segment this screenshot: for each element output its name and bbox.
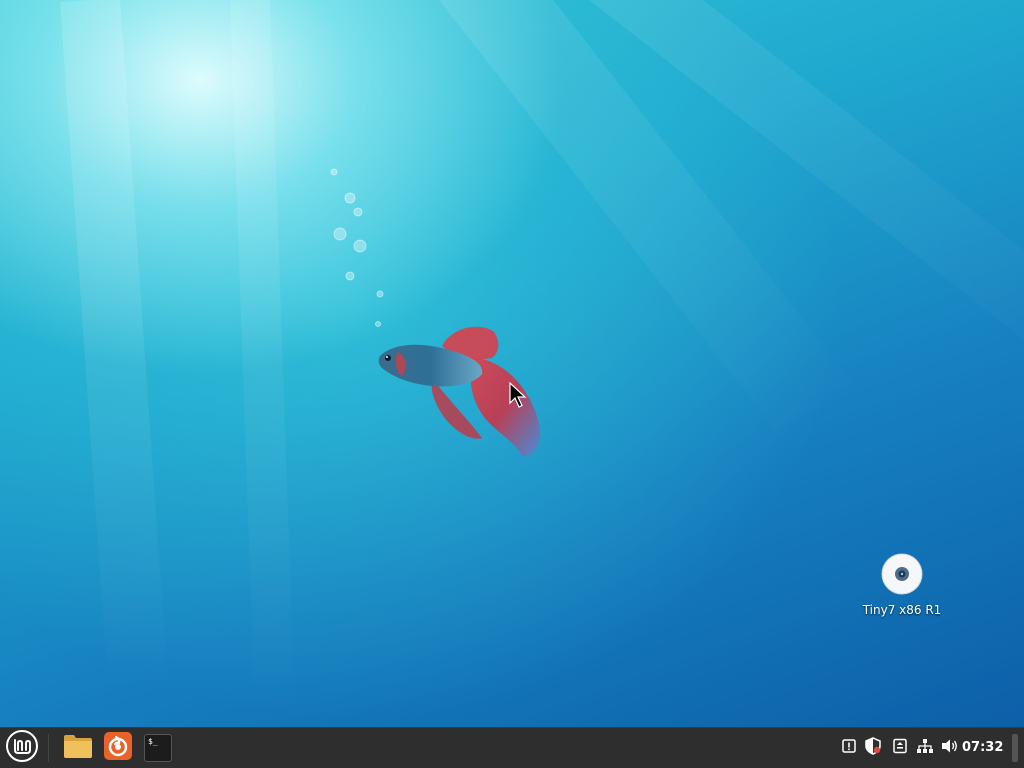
show-desktop-button[interactable] bbox=[1012, 734, 1018, 762]
firefox-icon bbox=[104, 732, 132, 764]
file-manager-launcher[interactable] bbox=[58, 728, 98, 768]
network-icon bbox=[916, 738, 934, 758]
terminal-icon: $_ bbox=[144, 734, 172, 762]
main-menu-button[interactable] bbox=[2, 728, 42, 768]
firefox-launcher[interactable] bbox=[100, 728, 136, 768]
desktop-icon-label: Tiny7 x86 R1 bbox=[862, 603, 942, 617]
desktop-icon-tiny7[interactable]: Tiny7 x86 R1 bbox=[852, 552, 952, 617]
mouse-cursor bbox=[509, 382, 527, 408]
desktop-wallpaper[interactable]: Tiny7 x86 R1 bbox=[0, 0, 1024, 727]
linux-mint-menu-icon bbox=[5, 729, 39, 767]
bubbles-decoration bbox=[330, 168, 384, 327]
removable-drive-icon bbox=[892, 738, 908, 758]
taskbar-separator bbox=[48, 734, 49, 762]
notifications-icon bbox=[841, 738, 857, 758]
clock[interactable]: 07:32 bbox=[962, 728, 1003, 768]
removable-drive-tray-button[interactable] bbox=[888, 728, 912, 768]
terminal-launcher[interactable]: $_ bbox=[140, 728, 176, 768]
update-shield-icon bbox=[864, 737, 882, 759]
update-manager-tray-button[interactable] bbox=[861, 728, 885, 768]
taskbar: $_ 07:32 bbox=[0, 727, 1024, 768]
volume-icon bbox=[941, 738, 959, 758]
notifications-tray-button[interactable] bbox=[837, 728, 861, 768]
network-tray-button[interactable] bbox=[913, 728, 937, 768]
file-manager-icon bbox=[63, 733, 93, 763]
optical-disc-icon bbox=[880, 552, 924, 596]
volume-tray-button[interactable] bbox=[938, 728, 962, 768]
terminal-prompt-text: $_ bbox=[148, 737, 158, 746]
